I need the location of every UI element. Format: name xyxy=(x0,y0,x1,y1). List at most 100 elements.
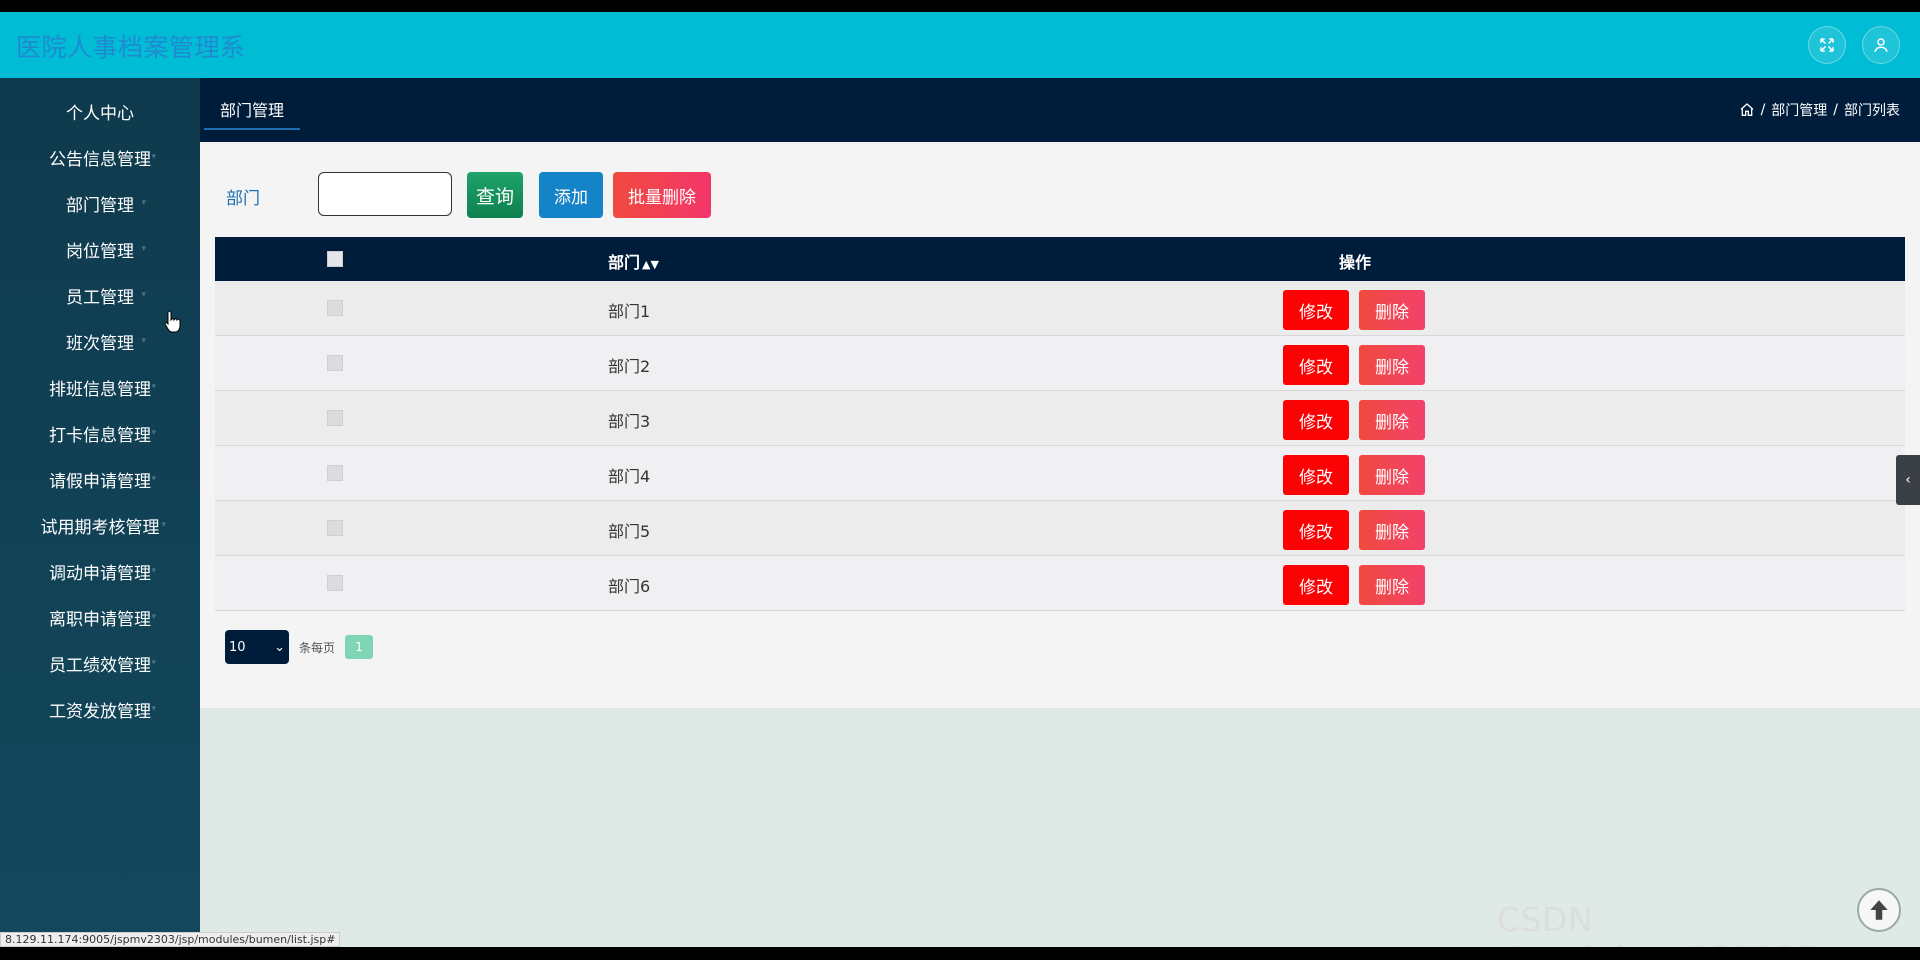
user-icon xyxy=(1874,38,1888,52)
sidebar-item-label: 员工绩效管理 xyxy=(49,655,151,676)
breadcrumb-item-list: 部门列表 xyxy=(1844,103,1900,119)
sidebar: 个人中心 公告信息管理 ▾ 部门管理 ▾ 岗位管理 ▾ 员工管理 ▾ 班次管理 ▾ 排班信息管理 ▾ 打卡… xyxy=(0,78,200,947)
sidebar-item-label: 请假申请管理 xyxy=(49,471,151,492)
cell-dept: 部门2 xyxy=(608,357,651,376)
delete-button[interactable]: 删除 xyxy=(1359,510,1425,550)
sidebar-item-6[interactable]: 排班信息管理 ▾ xyxy=(0,367,200,407)
sidebar-item-label: 班次管理 xyxy=(66,333,134,354)
row-checkbox[interactable] xyxy=(327,410,343,426)
breadcrumb-separator: / xyxy=(1833,102,1838,118)
breadcrumb-separator: / xyxy=(1760,102,1766,118)
chevron-down-icon: ▾ xyxy=(141,198,146,208)
user-button[interactable] xyxy=(1862,26,1900,64)
select-all-checkbox[interactable] xyxy=(327,251,343,267)
table-row: 部门5 修改 删除 xyxy=(215,501,1905,556)
sort-icon[interactable]: ▲▼ xyxy=(642,258,659,271)
table-row: 部门6 修改 删除 xyxy=(215,556,1905,611)
delete-button[interactable]: 删除 xyxy=(1359,290,1425,330)
page-size-select[interactable]: 10 ⌄ xyxy=(225,630,289,664)
query-button[interactable]: 查询 xyxy=(467,172,523,218)
cell-dept: 部门6 xyxy=(608,577,651,596)
right-panel-toggle[interactable]: ‹ xyxy=(1896,455,1920,505)
sidebar-item-label: 个人中心 xyxy=(66,103,134,124)
table-header: 部门 ▲▼ 操作 xyxy=(215,237,1905,281)
tab-dept-management[interactable]: 部门管理 xyxy=(204,90,301,130)
chevron-down-icon: ▾ xyxy=(151,152,156,162)
sidebar-item-label: 排班信息管理 xyxy=(49,379,151,400)
dept-search-input[interactable] xyxy=(318,172,452,216)
sidebar-item-label: 工资发放管理 xyxy=(49,701,151,722)
top-header: 医院人事档案管理系 xyxy=(0,12,1920,78)
sidebar-item-13[interactable]: 工资发放管理 ▾ xyxy=(0,689,200,729)
column-header-dept[interactable]: 部门 ▲▼ xyxy=(608,249,659,273)
edit-button[interactable]: 修改 xyxy=(1283,455,1349,495)
chevron-left-icon: ‹ xyxy=(1905,472,1911,488)
sidebar-item-8[interactable]: 请假申请管理 ▾ xyxy=(0,459,200,499)
edit-button[interactable]: 修改 xyxy=(1283,510,1349,550)
delete-button[interactable]: 删除 xyxy=(1359,400,1425,440)
delete-button[interactable]: 删除 xyxy=(1359,455,1425,495)
breadcrumb-item-dept[interactable]: 部门管理 xyxy=(1771,100,1827,120)
expand-icon xyxy=(1820,38,1834,52)
page-size-label: 条每页 xyxy=(299,640,336,655)
edit-button[interactable]: 修改 xyxy=(1283,565,1349,605)
delete-button[interactable]: 删除 xyxy=(1359,565,1425,605)
main-area: 部门管理 / 部门管理 / 部门列表 部门 查询 添加 批量删除 部门 ▲▼ 操… xyxy=(200,78,1920,947)
row-checkbox[interactable] xyxy=(327,300,343,316)
sidebar-item-label: 打卡信息管理 xyxy=(49,425,151,446)
chevron-down-icon: ▾ xyxy=(151,428,156,438)
home-icon[interactable] xyxy=(1739,102,1755,118)
chevron-down-icon: ▾ xyxy=(161,520,166,530)
chevron-down-icon: ▾ xyxy=(151,704,156,714)
chevron-down-icon: ▾ xyxy=(151,382,156,392)
batch-delete-button[interactable]: 批量删除 xyxy=(613,172,711,218)
table-row: 部门3 修改 删除 xyxy=(215,391,1905,446)
sidebar-item-label: 调动申请管理 xyxy=(49,563,151,584)
sidebar-item-label: 员工管理 xyxy=(66,287,134,308)
sidebar-item-12[interactable]: 员工绩效管理 ▾ xyxy=(0,643,200,683)
edit-button[interactable]: 修改 xyxy=(1283,345,1349,385)
sidebar-item-11[interactable]: 离职申请管理 ▾ xyxy=(0,597,200,637)
sidebar-item-0[interactable]: 个人中心 xyxy=(0,91,200,131)
table-row: 部门4 修改 删除 xyxy=(215,446,1905,501)
status-bar-url: 8.129.11.174:9005/jspmv2303/jsp/modules/… xyxy=(0,932,341,947)
edit-button[interactable]: 修改 xyxy=(1283,400,1349,440)
chevron-down-icon: ▾ xyxy=(151,658,156,668)
cell-dept: 部门1 xyxy=(608,302,651,321)
sidebar-item-label: 离职申请管理 xyxy=(49,609,151,630)
chevron-down-icon: ▾ xyxy=(141,290,146,300)
table-row: 部门1 修改 删除 xyxy=(215,281,1905,336)
search-label: 部门 xyxy=(226,189,260,209)
chevron-down-icon: ▾ xyxy=(151,612,156,622)
sidebar-item-label: 岗位管理 xyxy=(66,241,134,262)
watermark: CSDN @nodejava666666 xyxy=(1497,900,1814,947)
chevron-down-icon: ▾ xyxy=(151,474,156,484)
chevron-down-icon: ▾ xyxy=(151,566,156,576)
edit-button[interactable]: 修改 xyxy=(1283,290,1349,330)
add-button[interactable]: 添加 xyxy=(539,172,603,218)
pagination: 10 ⌄ 条每页 1 xyxy=(225,630,374,664)
app-title: 医院人事档案管理系 xyxy=(16,33,246,62)
sidebar-item-9[interactable]: 试用期考核管理 ▾ xyxy=(0,505,200,545)
sidebar-item-7[interactable]: 打卡信息管理 ▾ xyxy=(0,413,200,453)
cell-dept: 部门3 xyxy=(608,412,651,431)
row-checkbox[interactable] xyxy=(327,355,343,371)
fullscreen-button[interactable] xyxy=(1808,26,1846,64)
page-size-value: 10 xyxy=(229,639,246,655)
row-checkbox[interactable] xyxy=(327,520,343,536)
dept-table: 部门 ▲▼ 操作 部门1 修改 删除 部门2 修改 删除 部门3 修改 删除 部门4 修改 删除 部门5 修… xyxy=(215,237,1905,611)
sidebar-item-10[interactable]: 调动申请管理 ▾ xyxy=(0,551,200,591)
page-number-current[interactable]: 1 xyxy=(345,635,374,659)
cell-dept: 部门4 xyxy=(608,467,651,486)
delete-button[interactable]: 删除 xyxy=(1359,345,1425,385)
hand-cursor-icon xyxy=(164,310,181,333)
sidebar-item-3[interactable]: 岗位管理 ▾ xyxy=(0,229,200,269)
sidebar-item-label: 公告信息管理 xyxy=(49,149,151,170)
row-checkbox[interactable] xyxy=(327,575,343,591)
row-checkbox[interactable] xyxy=(327,465,343,481)
sidebar-item-1[interactable]: 公告信息管理 ▾ xyxy=(0,137,200,177)
tab-bar: 部门管理 / 部门管理 / 部门列表 xyxy=(200,78,1920,142)
sidebar-item-2[interactable]: 部门管理 ▾ xyxy=(0,183,200,223)
content-panel: 部门 查询 添加 批量删除 部门 ▲▼ 操作 部门1 修改 删除 部门2 修改 删除 部门3 修… xyxy=(200,142,1920,708)
sidebar-item-label: 部门管理 xyxy=(66,195,134,216)
